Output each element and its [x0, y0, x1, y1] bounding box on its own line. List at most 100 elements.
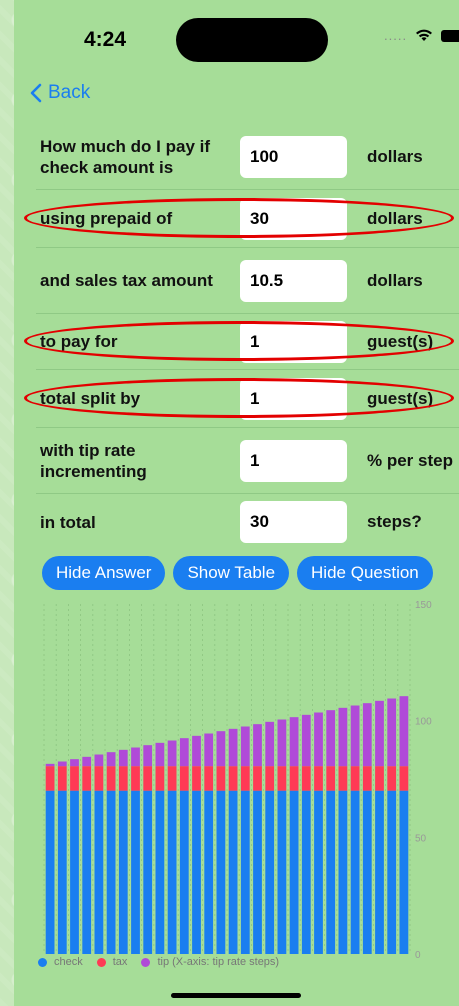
bar-tax — [204, 766, 214, 791]
bar-tip — [228, 728, 238, 767]
steps-input[interactable]: 30 — [240, 501, 347, 543]
bar-tip — [179, 738, 189, 767]
bar-tip — [350, 705, 360, 767]
bar-check — [375, 790, 384, 954]
bar-tip — [265, 721, 275, 767]
bar-check — [155, 790, 165, 954]
bar-tip — [57, 761, 67, 767]
bar-tax — [301, 766, 311, 791]
bar-tip — [204, 733, 214, 767]
bar-tax — [387, 766, 397, 791]
form-row-check-amount: How much do I pay if check amount is 100… — [36, 124, 459, 190]
bar-tip — [118, 749, 128, 767]
bar-tax — [375, 766, 384, 791]
bar-tip — [94, 754, 104, 767]
bar-tax — [167, 766, 177, 791]
bar-check — [399, 790, 409, 954]
pay-for-label: to pay for — [40, 332, 118, 351]
y-tick-label: 150 — [415, 600, 432, 611]
legend-tax-label: tax — [112, 956, 128, 968]
check-amount-label: How much do I pay if check amount is — [40, 136, 211, 177]
bar-check — [106, 790, 116, 954]
wifi-icon — [416, 29, 433, 41]
bar-check — [45, 790, 55, 954]
bar-check — [253, 790, 262, 954]
home-indicator — [171, 993, 301, 998]
bar-tax — [228, 766, 238, 791]
tip-rate-unit: % per step — [367, 450, 453, 470]
pay-for-input[interactable]: 1 — [240, 320, 347, 363]
bar-tip — [301, 714, 311, 767]
bar-check — [326, 790, 336, 954]
bar-check — [362, 790, 372, 954]
prepaid-input[interactable]: 30 — [240, 197, 347, 240]
steps-unit: steps? — [367, 512, 422, 531]
bar-tax — [118, 766, 128, 791]
sales-tax-label: and sales tax amount — [40, 271, 213, 290]
show-table-button[interactable]: Show Table — [173, 556, 290, 590]
bar-tax — [362, 766, 372, 791]
bar-tip — [338, 707, 348, 767]
legend-tip-dot — [141, 957, 151, 967]
bar-tip — [143, 745, 153, 767]
bar-tip — [387, 698, 397, 767]
bar-tax — [314, 766, 323, 791]
status-icons: ..... — [384, 28, 459, 43]
bar-check — [240, 790, 250, 954]
bar-tip — [375, 700, 384, 767]
bar-tip — [314, 712, 323, 767]
bar-tax — [338, 766, 348, 791]
status-bar: 4:24 ..... — [14, 0, 459, 70]
bar-tax — [57, 766, 67, 791]
bar-tax — [131, 766, 140, 791]
steps-label: in total — [40, 512, 96, 532]
bar-tip — [277, 719, 287, 767]
hide-answer-button[interactable]: Hide Answer — [42, 556, 166, 590]
form-row-split-by: total split by 1 guest(s) — [24, 370, 459, 428]
bar-check — [118, 790, 128, 954]
legend-check-dot — [38, 957, 47, 967]
bar-tax — [216, 766, 226, 791]
sales-tax-input[interactable]: 10.5 — [240, 259, 347, 302]
bar-check — [228, 790, 238, 954]
bar-tax — [94, 766, 104, 791]
bar-tax — [143, 766, 153, 791]
split-by-input[interactable]: 1 — [240, 377, 347, 420]
bar-tip — [326, 710, 336, 767]
bar-tax — [326, 766, 336, 791]
check-amount-input[interactable]: 100 — [240, 135, 347, 178]
form-row-steps: in total 30 steps? — [36, 494, 459, 550]
back-label: Back — [48, 82, 91, 103]
check-amount-unit: dollars — [367, 146, 423, 166]
bar-check — [338, 790, 348, 954]
bar-tip — [192, 735, 201, 767]
bar-tip — [289, 717, 299, 767]
bar-tip — [82, 756, 92, 767]
question-form: How much do I pay if check amount is 100… — [24, 124, 459, 550]
phone-screen: 4:24 ..... Back How much do I pay if che… — [14, 0, 459, 1006]
bar-tip — [240, 726, 250, 767]
bar-tip — [70, 759, 79, 767]
split-by-label: total split by — [40, 389, 141, 408]
bar-tax — [155, 766, 165, 791]
bar-check — [167, 790, 177, 954]
bar-tax — [265, 766, 275, 791]
bar-check — [70, 790, 79, 954]
bar-tax — [179, 766, 189, 791]
legend-check-label: check — [54, 956, 83, 968]
back-button[interactable]: Back — [30, 82, 90, 104]
chart-legend: check tax tip (X-axis: tip rate steps) — [38, 956, 279, 968]
signal-dots-icon: ..... — [384, 28, 408, 43]
bar-tax — [253, 766, 262, 791]
bar-check — [387, 790, 397, 954]
bar-tax — [106, 766, 116, 791]
tip-rate-input[interactable]: 1 — [240, 439, 347, 482]
bar-tax — [82, 766, 92, 791]
bar-tip — [253, 724, 262, 767]
hide-question-button[interactable]: Hide Question — [297, 556, 433, 590]
bar-tip — [399, 696, 409, 767]
bar-tip — [45, 763, 55, 767]
bar-tip — [131, 747, 140, 767]
bar-tip — [216, 731, 226, 767]
tip-chart: 0 50 100 150 — [43, 600, 432, 961]
